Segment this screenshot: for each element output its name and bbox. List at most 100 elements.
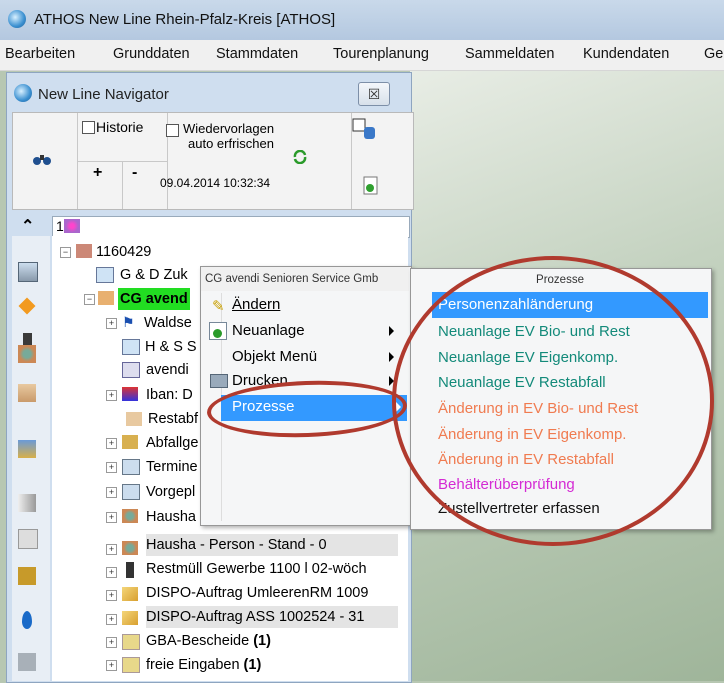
house-icon [126, 412, 142, 426]
printer-icon [210, 374, 228, 388]
document-add-icon[interactable] [362, 176, 380, 196]
order-icon [122, 611, 138, 625]
menu-item-neuanlage[interactable]: Neuanlage [232, 322, 305, 339]
connect-icon[interactable] [352, 118, 378, 142]
tree-node-gd[interactable]: G & D Zuk [120, 264, 188, 286]
freie-label: freie Eingaben [146, 657, 240, 673]
document-icon [122, 657, 140, 673]
close-button[interactable]: ☒ [358, 82, 390, 106]
tree-expander[interactable]: + [106, 660, 117, 671]
person-icon [76, 244, 92, 258]
address-icon [122, 362, 140, 378]
user-icon [64, 219, 80, 233]
menu-item-objekt-menue[interactable]: Objekt Menü [232, 348, 317, 365]
tree-expander[interactable]: + [106, 390, 117, 401]
freie-count: (1) [243, 657, 262, 673]
tree-node-selected[interactable]: CG avend [118, 288, 190, 310]
tree-node[interactable]: Abfallge [146, 432, 198, 454]
app-globe-icon [8, 10, 26, 28]
minus-button[interactable]: - [132, 164, 137, 182]
document-icon [122, 634, 140, 650]
gba-label: GBA-Bescheide [146, 633, 250, 649]
tree-expander[interactable]: + [106, 590, 117, 601]
tree-expander[interactable]: − [84, 294, 95, 305]
menu-ge[interactable]: Ge [704, 46, 723, 62]
tree-expander[interactable]: + [106, 544, 117, 555]
order-icon [122, 587, 138, 601]
plus-button[interactable]: + [93, 164, 102, 182]
new-doc-plus-icon [213, 329, 222, 338]
navigator-globe-icon [14, 84, 32, 102]
tree-expander[interactable]: + [106, 462, 117, 473]
tree-node[interactable]: H & S S [145, 336, 197, 358]
submenu-arrow-icon [389, 326, 394, 336]
wiedervorlagen-checkbox[interactable] [166, 124, 179, 137]
card-icon [96, 267, 114, 283]
calendar-icon [122, 484, 140, 500]
pencil-icon: ✎ [212, 298, 225, 315]
menu-kundendaten[interactable]: Kundendaten [583, 46, 669, 62]
menu-stammdaten[interactable]: Stammdaten [216, 46, 298, 62]
people-icon [122, 541, 138, 555]
house-icon[interactable] [18, 384, 36, 402]
waste-icon [122, 435, 138, 449]
chart-icon[interactable] [18, 494, 36, 512]
tree-expander[interactable]: + [106, 487, 117, 498]
window-title: ATHOS New Line Rhein-Pfalz-Kreis [ATHOS] [34, 11, 336, 28]
menu-bearbeiten[interactable]: Bearbeiten [5, 46, 75, 62]
submenu-arrow-icon [389, 352, 394, 362]
tree-node[interactable]: Vorgepl [146, 481, 195, 503]
tree-node[interactable]: Restabf [148, 408, 198, 430]
tree-expander[interactable]: + [106, 637, 117, 648]
refresh-icon[interactable] [293, 150, 307, 164]
tree-expander[interactable]: + [106, 438, 117, 449]
calendar-icon [122, 459, 140, 475]
tree-node[interactable]: Waldse [144, 312, 192, 334]
menu-grunddaten[interactable]: Grunddaten [113, 46, 190, 62]
wiedervorlagen-label: Wiedervorlagen [183, 121, 275, 136]
tree-node[interactable]: Termine [146, 456, 198, 478]
tree-node[interactable]: Restmüll Gewerbe 1100 l 02-wöch [146, 558, 367, 580]
tree-node[interactable]: DISPO-Auftrag UmleerenRM 1009 [146, 582, 368, 604]
table-icon[interactable] [18, 262, 38, 282]
people-icon[interactable] [18, 345, 36, 363]
menu-tourenplanung[interactable]: Tourenplanung [333, 46, 429, 62]
annotation-circle-submenu [392, 256, 714, 546]
auto-refresh-label: auto erfrischen [188, 136, 274, 151]
tree-node-freie[interactable]: freie Eingaben (1) [146, 654, 261, 676]
refresh-cell [321, 113, 352, 209]
timestamp: 09.04.2014 10:32:34 [160, 176, 271, 190]
machine-icon[interactable] [18, 653, 36, 671]
collapse-icon[interactable]: ⌃ [21, 216, 34, 236]
drop-icon[interactable] [22, 611, 32, 629]
flag-icon: ⚑ [122, 314, 135, 330]
tree-node[interactable]: DISPO-Auftrag ASS 1002524 - 31 [146, 606, 398, 628]
tree-node-root[interactable]: 1160429 [96, 241, 151, 263]
tree-expander[interactable]: − [60, 247, 71, 258]
gba-count: (1) [253, 633, 271, 649]
card-icon [122, 339, 140, 355]
bin-icon [126, 562, 134, 578]
menu-sammeldaten[interactable]: Sammeldaten [465, 46, 554, 62]
tree-expander[interactable]: + [106, 567, 117, 578]
people-icon [122, 509, 138, 523]
bank-icon [122, 387, 138, 401]
tree-node[interactable]: Iban: D [146, 384, 193, 406]
menu-item-aendern[interactable]: Ändern [232, 296, 280, 313]
file-icon[interactable] [18, 529, 38, 549]
historie-checkbox[interactable] [82, 121, 95, 134]
binoculars-icon[interactable] [32, 152, 52, 166]
tree-node[interactable]: Hausha - Person - Stand - 0 [146, 534, 398, 556]
tree-node-gba[interactable]: GBA-Bescheide (1) [146, 630, 271, 652]
navigator-title: New Line Navigator [38, 86, 169, 103]
house-icon [98, 291, 114, 305]
tree-expander[interactable]: + [106, 512, 117, 523]
tree-expander[interactable]: + [106, 614, 117, 625]
cards-icon[interactable] [18, 440, 36, 458]
context-menu-header: CG avendi Senioren Service Gmb [201, 267, 409, 291]
tree-node[interactable]: avendi [146, 359, 189, 381]
tree-header [52, 216, 410, 238]
tree-expander[interactable]: + [106, 318, 117, 329]
tree-header-label: 1 [56, 218, 64, 234]
truck-icon[interactable] [18, 567, 36, 585]
